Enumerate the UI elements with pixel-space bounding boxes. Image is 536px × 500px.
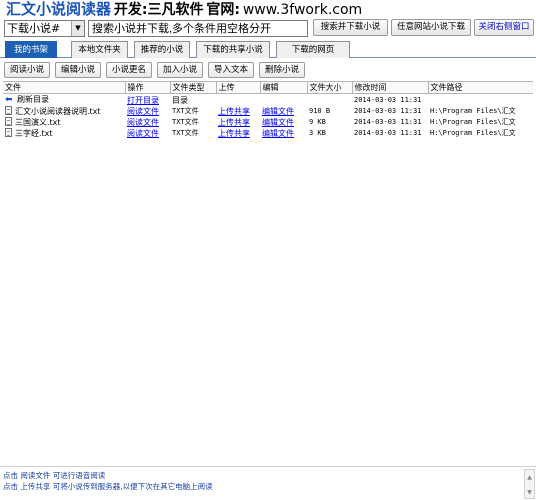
file-list: 文件 操作 文件类型 上传 编辑 文件大小 修改时间 文件路径 ⬅ 刷新目录 打开… (3, 81, 533, 463)
file-path (428, 94, 533, 107)
edit-file-link[interactable]: 编辑文件 (260, 128, 307, 139)
main-tabs: 我的书架 本地文件夹 推荐的小说 下载的共享小说 下载的网页 (0, 40, 536, 58)
read-novel-button[interactable]: 阅读小说 (4, 62, 50, 78)
status-hint-read: 点击 阅读文件 可进行语音阅读 (3, 471, 106, 480)
file-name: 三国演义.txt (15, 118, 61, 127)
file-name: 刷新目录 (17, 95, 49, 104)
modified-time: 2014-03-03 11:31 (354, 118, 422, 126)
open-directory-link[interactable]: 打开目录 (125, 94, 170, 107)
table-row[interactable]: 三字经.txt 阅读文件 TXT文件 上传共享 编辑文件 3 KB 2014-0… (3, 128, 533, 139)
scroll-down-icon[interactable]: ▼ (525, 485, 534, 500)
tab-local-folder[interactable]: 本地文件夹 (71, 41, 128, 58)
column-header-modified[interactable]: 修改时间 (352, 82, 429, 94)
status-scrollbar[interactable]: ▲ ▼ (524, 469, 535, 499)
file-type: TXT文件 (172, 107, 199, 115)
file-type: 目录 (172, 95, 188, 105)
file-size: 910 B (309, 107, 331, 115)
column-header-upload[interactable]: 上传 (216, 82, 261, 94)
column-header-type[interactable]: 文件类型 (170, 82, 217, 94)
app-name: 汇文小说阅读器 (6, 0, 112, 18)
text-file-icon (5, 128, 12, 137)
read-file-link[interactable]: 阅读文件 (125, 106, 170, 117)
file-cell[interactable]: 汇文小说阅读器说明.txt (3, 106, 125, 117)
upload-share-link[interactable]: 上传共享 (216, 128, 260, 139)
file-size: 3 KB (309, 129, 326, 137)
add-novel-button[interactable]: 加入小说 (157, 62, 203, 78)
status-hint-upload: 点击 上传共享 可将小说传到服务器,以便下次在其它电脑上阅读 (3, 482, 213, 491)
search-toolbar: 下载小说# ▼ 搜索并下载小说 任意网站小说下载 关闭右侧窗口 (0, 19, 536, 39)
column-header-file[interactable]: 文件 (3, 82, 126, 94)
table-header-row: 文件 操作 文件类型 上传 编辑 文件大小 修改时间 文件路径 (3, 82, 533, 94)
read-file-link[interactable]: 阅读文件 (125, 128, 170, 139)
file-path: H:\Program Files\汇文 (430, 129, 516, 137)
mode-select-value: 下载小说# (7, 22, 61, 35)
file-table: 文件 操作 文件类型 上传 编辑 文件大小 修改时间 文件路径 ⬅ 刷新目录 打开… (3, 82, 533, 139)
file-type: TXT文件 (172, 129, 199, 137)
mode-select[interactable]: 下载小说# ▼ (4, 20, 85, 37)
search-input[interactable] (88, 20, 308, 37)
search-download-button[interactable]: 搜索并下载小说 (313, 19, 388, 36)
file-type: TXT文件 (172, 118, 199, 126)
upload-share-link[interactable]: 上传共享 (216, 117, 260, 128)
app-title-bar: 汇文小说阅读器 开发:三凡软件 官网: www.3fwork.com (0, 0, 536, 19)
file-path: H:\Program Files\汇文 (430, 107, 516, 115)
edit-cell (260, 94, 307, 107)
scroll-up-icon[interactable]: ▲ (525, 470, 534, 485)
file-cell[interactable]: ⬅ 刷新目录 (3, 94, 125, 107)
file-path: H:\Program Files\汇文 (430, 118, 516, 126)
close-right-window-button[interactable]: 关闭右侧窗口 (474, 19, 534, 36)
edit-novel-button[interactable]: 编辑小说 (55, 62, 101, 78)
table-row[interactable]: 汇文小说阅读器说明.txt 阅读文件 TXT文件 上传共享 编辑文件 910 B… (3, 106, 533, 117)
file-name: 汇文小说阅读器说明.txt (15, 107, 101, 116)
tab-recommended-novels[interactable]: 推荐的小说 (134, 41, 190, 58)
developer-label: 开发:三凡软件 (113, 2, 204, 18)
tab-downloaded-shared-novels[interactable]: 下载的共享小说 (196, 41, 270, 58)
delete-novel-button[interactable]: 删除小说 (259, 62, 305, 78)
file-size: 9 KB (309, 118, 326, 126)
file-name: 三字经.txt (15, 129, 53, 138)
text-file-icon (5, 117, 12, 126)
column-header-edit[interactable]: 编辑 (260, 82, 308, 94)
back-arrow-icon: ⬅ (5, 95, 13, 105)
any-site-download-button[interactable]: 任意网站小说下载 (391, 19, 471, 36)
column-header-path[interactable]: 文件路径 (428, 82, 533, 94)
column-header-action[interactable]: 操作 (125, 82, 171, 94)
rename-novel-button[interactable]: 小说更名 (106, 62, 152, 78)
website-label: 官网: (206, 2, 240, 18)
tab-my-bookshelf[interactable]: 我的书架 (5, 41, 57, 58)
website-url: www.3fwork.com (242, 2, 363, 18)
file-cell[interactable]: 三国演义.txt (3, 117, 125, 128)
book-action-bar: 阅读小说 编辑小说 小说更名 加入小说 导入文本 删除小说 (0, 61, 536, 79)
modified-time: 2014-03-03 11:31 (354, 129, 422, 137)
text-file-icon (5, 106, 12, 115)
import-text-button[interactable]: 导入文本 (208, 62, 254, 78)
modified-time: 2014-03-03 11:31 (354, 95, 422, 104)
edit-file-link[interactable]: 编辑文件 (260, 106, 307, 117)
chevron-down-icon[interactable]: ▼ (71, 21, 84, 36)
tab-downloaded-webpages[interactable]: 下载的网页 (276, 41, 350, 58)
status-bar: 点击 阅读文件 可进行语音阅读 点击 上传共享 可将小说传到服务器,以便下次在其… (0, 466, 536, 500)
file-size (307, 94, 352, 107)
upload-share-link[interactable]: 上传共享 (216, 106, 260, 117)
file-cell[interactable]: 三字经.txt (3, 128, 125, 139)
table-row[interactable]: ⬅ 刷新目录 打开目录 目录 2014-03-03 11:31 (3, 94, 533, 107)
column-header-size[interactable]: 文件大小 (307, 82, 353, 94)
modified-time: 2014-03-03 11:31 (354, 107, 422, 115)
read-file-link[interactable]: 阅读文件 (125, 117, 170, 128)
table-row[interactable]: 三国演义.txt 阅读文件 TXT文件 上传共享 编辑文件 9 KB 2014-… (3, 117, 533, 128)
upload-cell (216, 94, 260, 107)
edit-file-link[interactable]: 编辑文件 (260, 117, 307, 128)
